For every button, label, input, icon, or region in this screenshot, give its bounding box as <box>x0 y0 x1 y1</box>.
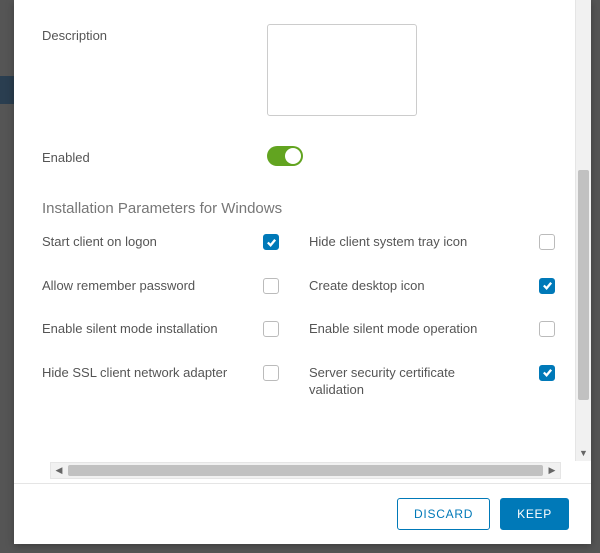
keep-button[interactable]: KEEP <box>500 498 569 530</box>
param-silent-op-label: Enable silent mode operation <box>309 320 509 338</box>
description-input[interactable] <box>267 24 417 116</box>
check-icon <box>266 237 277 248</box>
h-scrollbar[interactable]: ◀ ▶ <box>50 462 561 479</box>
param-hide-tray-checkbox[interactable] <box>539 234 555 250</box>
param-cert-validation-checkbox[interactable] <box>539 365 555 381</box>
chevron-down-icon[interactable]: ▼ <box>576 445 591 461</box>
param-start-client-label: Start client on logon <box>42 233 257 251</box>
enabled-label: Enabled <box>42 146 267 165</box>
description-row: Description <box>42 24 563 116</box>
v-scrollbar[interactable]: ▼ <box>575 0 591 461</box>
param-desktop-icon-label: Create desktop icon <box>309 277 509 295</box>
check-icon <box>542 280 553 291</box>
params-grid: Start client on logon Hide client system… <box>42 233 563 399</box>
param-remember-pw-label: Allow remember password <box>42 277 257 295</box>
toggle-knob <box>285 148 301 164</box>
discard-button[interactable]: DISCARD <box>397 498 490 530</box>
param-silent-install-checkbox[interactable] <box>263 321 279 337</box>
param-remember-pw-checkbox[interactable] <box>263 278 279 294</box>
h-scrollbar-thumb[interactable] <box>68 465 543 476</box>
v-scrollbar-thumb[interactable] <box>578 170 589 400</box>
chevron-left-icon[interactable]: ◀ <box>51 463 67 478</box>
section-title: Installation Parameters for Windows <box>42 200 563 217</box>
backdrop-accent <box>0 76 14 104</box>
settings-modal: Description Enabled Installation Paramet… <box>14 0 591 544</box>
param-desktop-icon-checkbox[interactable] <box>539 278 555 294</box>
modal-body: Description Enabled Installation Paramet… <box>14 0 591 483</box>
param-hide-tray-label: Hide client system tray icon <box>309 233 509 251</box>
param-start-client-checkbox[interactable] <box>263 234 279 250</box>
param-hide-adapter-checkbox[interactable] <box>263 365 279 381</box>
param-hide-adapter-label: Hide SSL client network adapter <box>42 364 257 382</box>
param-cert-validation-label: Server security certificate validation <box>309 364 509 399</box>
chevron-right-icon[interactable]: ▶ <box>544 463 560 478</box>
scroll-area: Description Enabled Installation Paramet… <box>14 0 591 483</box>
modal-footer: DISCARD KEEP <box>14 483 591 544</box>
param-silent-install-label: Enable silent mode installation <box>42 320 257 338</box>
description-label: Description <box>42 24 267 43</box>
enabled-toggle[interactable] <box>267 146 303 166</box>
enabled-row: Enabled <box>42 146 563 166</box>
check-icon <box>542 367 553 378</box>
param-silent-op-checkbox[interactable] <box>539 321 555 337</box>
